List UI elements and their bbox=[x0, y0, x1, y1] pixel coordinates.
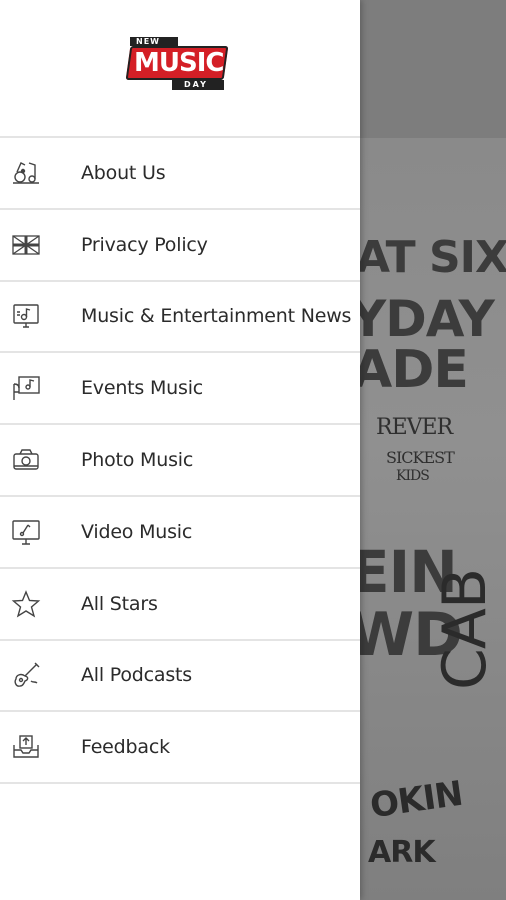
logo-main-text: MUSIC bbox=[134, 48, 224, 78]
poster-text: REVER bbox=[376, 415, 453, 440]
menu-item-label: Events Music bbox=[81, 377, 204, 400]
menu-item-events-music[interactable]: Events Music bbox=[0, 353, 360, 426]
menu-item-video-music[interactable]: Video Music bbox=[0, 497, 360, 569]
menu-item-about-us[interactable]: About Us bbox=[0, 138, 360, 210]
flag-icon bbox=[10, 230, 42, 260]
poster-text: AT SIX bbox=[360, 232, 506, 283]
guitar-icon bbox=[10, 660, 42, 690]
menu-item-label: All Stars bbox=[81, 592, 158, 615]
menu-item-feedback[interactable]: Feedback bbox=[0, 712, 360, 785]
menu-item-label: Video Music bbox=[81, 520, 193, 543]
app-logo: NEW MUSIC DAY bbox=[125, 36, 229, 92]
feedback-tray-icon bbox=[10, 732, 42, 762]
drawer-header: NEW MUSIC DAY bbox=[0, 0, 360, 138]
menu-item-privacy-policy[interactable]: Privacy Policy bbox=[0, 210, 360, 282]
menu-item-photo-music[interactable]: Photo Music bbox=[0, 425, 360, 497]
star-icon bbox=[10, 589, 42, 619]
logo-bottom-text: DAY bbox=[184, 80, 208, 89]
logo-top-text: NEW bbox=[136, 37, 160, 46]
poster-text: SICKEST bbox=[386, 448, 455, 467]
navigation-drawer: NEW MUSIC DAY About Us Privacy Policy Mu… bbox=[0, 0, 360, 900]
menu-item-music-news[interactable]: Music & Entertainment News bbox=[0, 282, 360, 354]
poster-text: KIDS bbox=[396, 468, 430, 484]
poster-text: ARK bbox=[368, 835, 436, 870]
menu-item-label: Privacy Policy bbox=[81, 233, 208, 256]
menu-item-label: All Podcasts bbox=[81, 664, 192, 687]
menu-item-label: Music & Entertainment News bbox=[81, 305, 352, 328]
event-music-icon bbox=[10, 373, 42, 403]
poster-text: ADE bbox=[360, 340, 469, 400]
menu-item-label: Photo Music bbox=[81, 449, 194, 472]
menu-item-label: About Us bbox=[81, 161, 166, 184]
news-monitor-icon bbox=[10, 301, 42, 331]
background-poster: AT SIX YDAY ADE REVER SICKEST KIDS EIN W… bbox=[360, 0, 506, 900]
camera-icon bbox=[10, 445, 42, 475]
menu-item-all-podcasts[interactable]: All Podcasts bbox=[0, 641, 360, 713]
menu-item-label: Feedback bbox=[81, 736, 170, 759]
poster-text: CAB bbox=[430, 568, 500, 690]
drawer-menu: About Us Privacy Policy Music & Entertai… bbox=[0, 138, 360, 785]
music-notes-icon bbox=[10, 158, 42, 188]
menu-item-all-stars[interactable]: All Stars bbox=[0, 569, 360, 641]
video-monitor-icon bbox=[10, 517, 42, 547]
